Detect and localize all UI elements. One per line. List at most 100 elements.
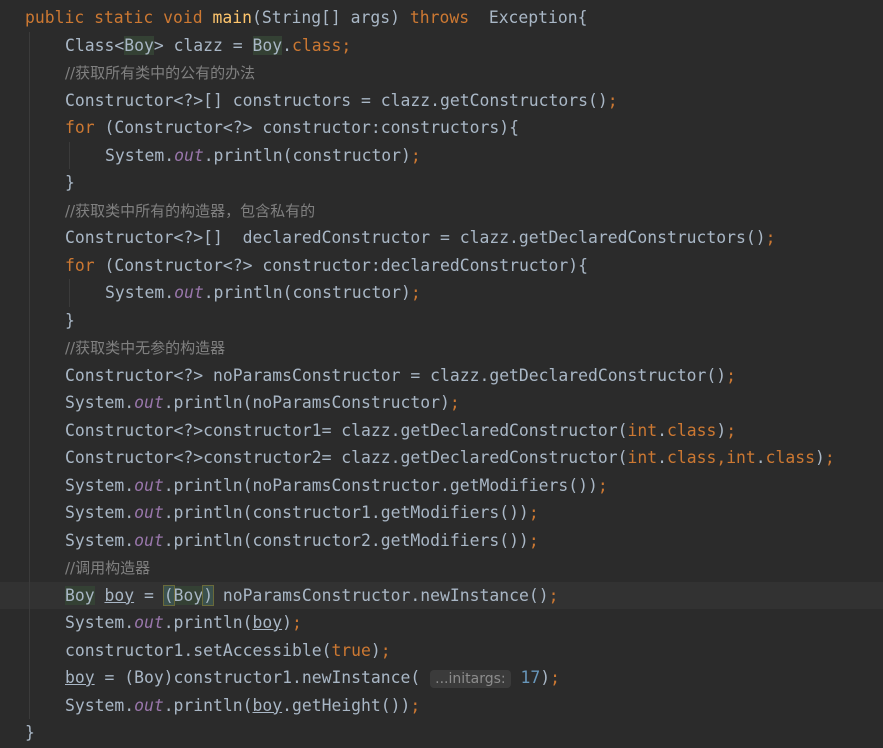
code-token: ( (162, 584, 175, 606)
code-text: Constructor<?>constructor1= clazz.getDec… (65, 417, 736, 445)
indent-guide (29, 31, 30, 59)
code-token: int (726, 448, 756, 467)
code-text: } (65, 307, 75, 335)
code-token: System. (65, 393, 135, 412)
indent-guide (29, 664, 30, 692)
code-line[interactable]: Class<Boy> clazz = Boy.class; (0, 31, 883, 60)
code-token: . (657, 420, 667, 440)
indent-guide (29, 86, 30, 114)
code-line[interactable]: //调用构造器 (0, 554, 883, 582)
indent-guide (29, 306, 30, 334)
code-line[interactable]: System.out.println(constructor); (0, 141, 883, 169)
indent-guide (29, 636, 30, 664)
code-line[interactable]: Constructor<?>[] constructors = clazz.ge… (0, 86, 883, 114)
indent-guide (29, 279, 30, 307)
indent-guide (29, 334, 30, 362)
code-line[interactable]: } (0, 306, 883, 335)
indent-guide (29, 389, 30, 417)
code-token: . (755, 448, 766, 467)
code-token: //获取所有类中的公有的办法 (65, 64, 256, 82)
code-text: for (Constructor<?> constructor:declared… (65, 252, 588, 280)
code-token: true (331, 640, 371, 660)
code-line[interactable]: System.out.println(constructor2.getModif… (0, 526, 883, 554)
code-token: ) (282, 613, 292, 632)
code-text: public static void main(String[] args) t… (25, 4, 588, 32)
code-line[interactable]: System.out.println(constructor); (0, 279, 883, 307)
code-line[interactable]: System.out.println(constructor1.getModif… (0, 499, 883, 527)
code-token: . (657, 448, 667, 467)
code-line[interactable]: System.out.println(boy.getHeight()); (0, 691, 883, 719)
code-token: .println( (163, 695, 253, 715)
code-token: class (765, 448, 816, 467)
code-line[interactable]: //获取类中无参的构造器 (0, 334, 883, 362)
code-line[interactable]: } (0, 719, 883, 747)
code-text: Class<Boy> clazz = Boy.class; (65, 32, 351, 60)
code-token: ; (765, 228, 776, 247)
code-line[interactable]: Constructor<?>constructor1= clazz.getDec… (0, 416, 883, 445)
code-token: Boy (124, 35, 154, 55)
code-token: Boy (65, 585, 95, 605)
code-token: public static void (25, 8, 213, 27)
indent-guide (29, 691, 30, 719)
indent-guide (29, 526, 30, 554)
code-token: class (292, 35, 342, 55)
code-token: .println(noParamsConstructor.getModifier… (163, 475, 598, 495)
code-token: = (134, 585, 164, 605)
indent-guide (29, 361, 30, 389)
indent-guide (29, 499, 30, 527)
code-line-current[interactable]: Boy boy = (Boy) noParamsConstructor.newI… (0, 581, 883, 609)
code-token: ; (597, 475, 608, 495)
code-text: } (25, 719, 35, 747)
code-token: (Constructor<?> constructor:constructors… (104, 118, 519, 137)
indent-guide (29, 251, 30, 279)
indent-guide (29, 196, 30, 224)
code-token: Boy (173, 585, 204, 605)
code-line[interactable]: for (Constructor<?> constructor:declared… (0, 251, 883, 280)
code-text: //获取类中无参的构造器 (65, 334, 225, 363)
code-token: .println( (163, 613, 253, 632)
code-token: ; (410, 695, 421, 715)
code-token: System. (65, 503, 135, 522)
code-editor[interactable]: public static void main(String[] args) t… (0, 0, 883, 748)
code-token: //调用构造器 (65, 559, 151, 577)
code-line[interactable]: public static void main(String[] args) t… (0, 4, 883, 32)
code-line[interactable]: System.out.println(boy); (0, 609, 883, 637)
code-line[interactable]: System.out.println(noParamsConstructor.g… (0, 471, 883, 499)
code-token: ) (716, 420, 727, 440)
indent-guide (29, 59, 30, 87)
indent-guide (29, 554, 30, 582)
code-token: Exception{ (478, 8, 588, 27)
code-line[interactable]: //获取所有类中的公有的办法 (0, 59, 883, 87)
code-token: ; (528, 503, 539, 522)
code-line[interactable]: System.out.println(noParamsConstructor); (0, 389, 883, 417)
code-line[interactable]: //获取类中所有的构造器，包含私有的 (0, 196, 883, 224)
code-token: ; (726, 420, 737, 440)
code-line[interactable]: constructor1.setAccessible(true); (0, 636, 883, 664)
code-token: . (282, 35, 292, 55)
code-token: ; (341, 35, 352, 55)
code-token: ) (815, 448, 825, 467)
code-token: //获取类中所有的构造器，包含私有的 (65, 201, 316, 220)
code-text: //调用构造器 (65, 554, 150, 583)
code-token: ; (726, 365, 737, 385)
code-token: out (134, 530, 164, 550)
code-text: } (65, 169, 75, 197)
code-token: Boy (252, 35, 283, 55)
code-line[interactable]: boy = (Boy)constructor1.newInstance( ...… (0, 664, 883, 692)
code-token: System. (65, 530, 135, 550)
code-line[interactable]: Constructor<?>[] declaredConstructor = c… (0, 224, 883, 252)
code-token: constructor1.setAccessible( (65, 640, 332, 660)
code-line[interactable]: for (Constructor<?> constructor:construc… (0, 114, 883, 142)
code-token: System. (65, 695, 135, 715)
code-token: System. (105, 283, 175, 302)
code-line[interactable]: Constructor<?> noParamsConstructor = cla… (0, 361, 883, 389)
code-token: class (666, 420, 717, 440)
code-token: ; (410, 283, 421, 302)
code-line[interactable]: Constructor<?>constructor2= clazz.getDec… (0, 444, 883, 472)
code-line[interactable]: } (0, 169, 883, 197)
code-token: ; (291, 613, 302, 632)
code-text: System.out.println(constructor1.getModif… (65, 499, 539, 527)
code-token: Constructor<?>constructor1= clazz.getDec… (65, 420, 628, 440)
